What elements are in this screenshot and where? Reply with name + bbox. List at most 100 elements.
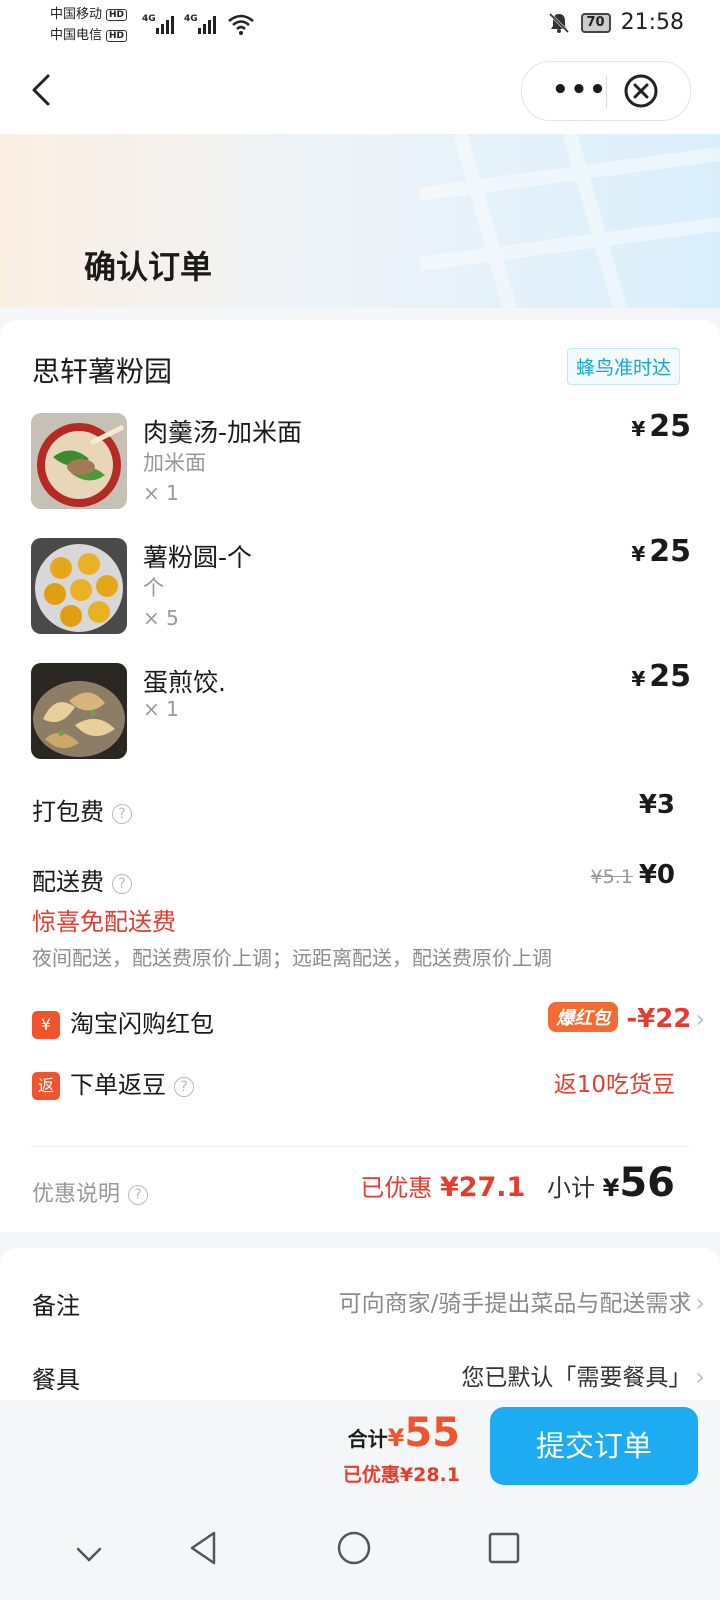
wifi-icon: [228, 14, 254, 35]
chevron-down-icon[interactable]: [72, 1538, 106, 1572]
remarks-card: 备注 可向商家/骑手提出菜品与配送需求 › 餐具 您已默认「需要餐具」 ›: [0, 1248, 720, 1400]
shop-name[interactable]: 思轩薯粉园: [32, 350, 172, 390]
delivery-fee-label: 配送费?: [32, 862, 132, 897]
subtotal-label: 小计: [546, 1174, 595, 1202]
chevron-right-icon: ›: [695, 1289, 705, 1317]
beans-value: 返10吃货豆: [553, 1072, 675, 1098]
item-price-value: 25: [649, 534, 691, 569]
system-nav-bar: [0, 1518, 720, 1600]
item-name: 肉羹汤-加米面: [143, 418, 303, 447]
item-thumbnail: [31, 413, 127, 509]
total-amount: 合计¥55: [348, 1410, 460, 1456]
packing-fee-value: ¥3: [638, 790, 675, 820]
help-icon[interactable]: ?: [128, 1185, 149, 1205]
chevron-right-icon: ›: [695, 1005, 705, 1033]
hot-redpacket-badge: 爆红包: [548, 1002, 619, 1032]
beans-label: 下单返豆: [70, 1071, 166, 1099]
signal-icon: 4G: [142, 14, 174, 34]
help-icon[interactable]: ?: [112, 874, 132, 894]
delivery-fee-original: ¥5.1: [590, 866, 633, 888]
item-spec: 个: [143, 576, 164, 600]
clock: 21:58: [620, 10, 684, 35]
item-name: 薯粉圆-个: [143, 543, 253, 572]
tableware-select[interactable]: 您已默认「需要餐具」 ›: [461, 1358, 705, 1392]
status-bar: 中国移动 HD 中国电信 HD 4G 4G 70 21:58: [0, 0, 720, 48]
discount-label: 已优惠: [360, 1174, 433, 1202]
close-icon[interactable]: [622, 72, 660, 110]
discount-amount: ¥27.1: [439, 1172, 526, 1203]
packing-fee-label: 打包费?: [32, 792, 132, 827]
delivery-note: 夜间配送，配送费原价上调；远距离配送，配送费原价上调: [32, 946, 552, 970]
home-circle-icon[interactable]: [334, 1528, 374, 1568]
subtotal-value: 56: [619, 1160, 675, 1206]
subtotal-row: 已优惠 ¥27.1 小计 ¥56: [360, 1160, 675, 1206]
redpacket-icon: ¥: [32, 1011, 60, 1039]
chevron-right-icon: ›: [695, 1363, 705, 1391]
redpacket-value[interactable]: 爆红包 -¥22 ›: [548, 1002, 705, 1034]
order-card: 思轩薯粉园 蜂鸟准时达 肉羹汤-加米面 加米面 × 1 ¥25 薯粉圆-个 个 …: [0, 320, 720, 1232]
rebate-icon: 返: [32, 1072, 60, 1100]
network-type: 4G: [142, 14, 156, 24]
hd-icon: HD: [106, 29, 128, 42]
help-icon[interactable]: ?: [174, 1077, 194, 1097]
signal-icon: 4G: [184, 14, 216, 34]
hd-icon: HD: [106, 8, 128, 21]
item-price: ¥25: [631, 659, 691, 694]
redpacket-row[interactable]: ¥ 淘宝闪购红包: [32, 1004, 214, 1039]
banner-decoration: [420, 134, 720, 308]
total-currency: ¥: [387, 1424, 405, 1452]
currency-symbol: ¥: [631, 542, 646, 566]
free-delivery-text: 惊喜免配送费: [32, 908, 176, 936]
item-qty: × 1: [143, 481, 179, 505]
header-banner: 确认订单: [0, 134, 720, 308]
recents-square-icon[interactable]: [484, 1528, 524, 1568]
item-thumbnail: [31, 663, 127, 759]
item-price-value: 25: [649, 409, 691, 444]
beans-row: 返下单返豆?: [32, 1065, 194, 1100]
capsule-divider: [606, 76, 607, 108]
item-qty: × 1: [143, 697, 179, 721]
item-price: ¥25: [631, 534, 691, 569]
order-item: 蛋煎饺. × 1 ¥25: [31, 659, 691, 763]
delivery-fee-current: ¥0: [638, 860, 675, 890]
mute-bell-icon: [548, 12, 569, 33]
carrier-info: 中国移动 HD 中国电信 HD: [50, 4, 128, 46]
redpacket-label: 淘宝闪购红包: [70, 1010, 214, 1038]
battery-icon: 70: [580, 12, 611, 33]
more-icon[interactable]: •••: [552, 77, 608, 103]
nav-bar: •••: [0, 48, 720, 134]
help-icon[interactable]: ?: [112, 804, 132, 824]
submit-order-button[interactable]: 提交订单: [490, 1407, 698, 1485]
redpacket-amount: -¥22: [626, 1004, 692, 1034]
back-triangle-icon[interactable]: [184, 1528, 224, 1568]
item-qty: × 5: [143, 606, 179, 630]
page-title: 确认订单: [84, 248, 213, 286]
order-item: 肉羹汤-加米面 加米面 × 1 ¥25: [31, 409, 691, 513]
checkout-bar: 合计¥55 已优惠¥28.1 提交订单: [0, 1400, 720, 1518]
discount-explain[interactable]: 优惠说明?: [32, 1176, 149, 1208]
note-label: 备注: [32, 1292, 80, 1320]
total-discount: 已优惠¥28.1: [342, 1464, 460, 1486]
note-input[interactable]: 可向商家/骑手提出菜品与配送需求 ›: [339, 1284, 705, 1318]
status-right: 70 21:58: [547, 10, 684, 35]
item-price-value: 25: [649, 659, 691, 694]
total-label: 合计: [347, 1427, 388, 1451]
tableware-label: 餐具: [32, 1366, 80, 1394]
delivery-fee-value: ¥5.1 ¥0: [591, 860, 676, 890]
delivery-tag: 蜂鸟准时达: [567, 348, 681, 385]
carrier-2: 中国电信: [50, 28, 103, 43]
mini-program-capsule: •••: [521, 61, 691, 121]
total-value: 55: [404, 1410, 460, 1456]
order-item: 薯粉圆-个 个 × 5 ¥25: [31, 534, 691, 638]
network-type: 4G: [184, 14, 198, 24]
currency-symbol: ¥: [631, 667, 646, 691]
divider: [30, 1146, 690, 1147]
back-arrow-icon[interactable]: [28, 70, 58, 110]
currency-symbol: ¥: [631, 417, 646, 441]
item-price: ¥25: [631, 409, 691, 444]
item-spec: 加米面: [143, 451, 206, 475]
item-name: 蛋煎饺.: [143, 668, 226, 697]
carrier-1: 中国移动: [50, 7, 103, 22]
item-thumbnail: [31, 538, 127, 634]
subtotal-currency: ¥: [602, 1174, 620, 1202]
